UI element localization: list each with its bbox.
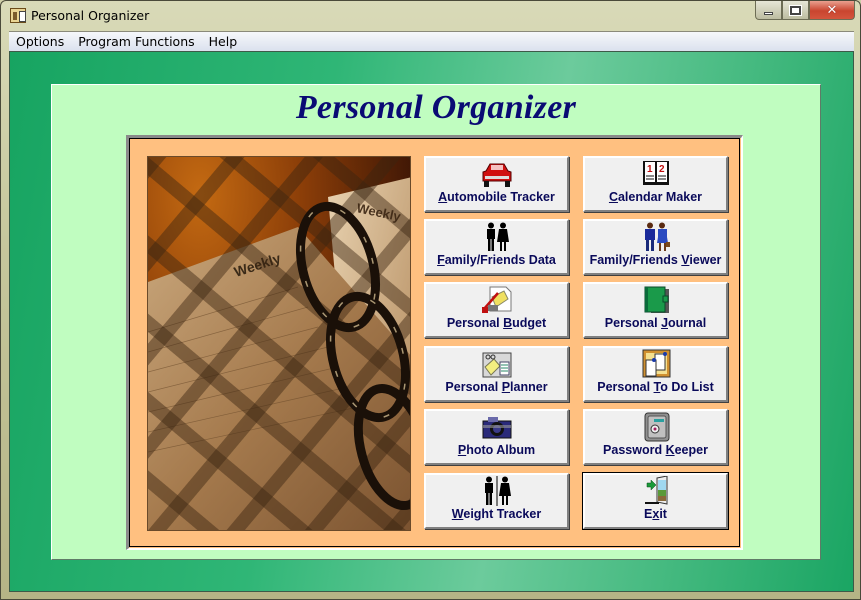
button-label: Personal Budget [446, 316, 547, 330]
button-label: Exit [644, 507, 667, 521]
restroom-people-icon [484, 476, 511, 506]
budget-icon [481, 286, 511, 313]
safe-icon [644, 412, 669, 442]
page-title: Personal Organizer [295, 89, 577, 126]
automobile-tracker-button[interactable]: Automobile Tracker [424, 156, 569, 212]
mnemonic-letter: F [437, 253, 445, 267]
personal-to-do-list-button[interactable]: Personal To Do List [583, 346, 728, 402]
button-label: Family/Friends Viewer [589, 253, 722, 267]
svg-text:2: 2 [659, 164, 665, 175]
business-people-icon [644, 222, 670, 251]
mnemonic-letter: V [681, 253, 690, 267]
menu-program-functions[interactable]: Program Functions [71, 33, 201, 51]
personal-budget-button[interactable]: Personal Budget [424, 282, 569, 338]
content-frame: Weekly Weekly [126, 135, 743, 550]
maximize-button[interactable] [782, 1, 809, 20]
menu-help[interactable]: Help [202, 33, 245, 51]
mnemonic-letter: T [653, 380, 661, 394]
family-friends-data-button[interactable]: Family/Friends Data [424, 219, 569, 275]
menu-bar: Options Program Functions Help [9, 31, 854, 51]
personal-planner-button[interactable]: Personal Planner [424, 346, 569, 402]
window-controls: ✕ [755, 1, 855, 21]
title-bar[interactable]: Personal Organizer ✕ [1, 1, 860, 31]
app-window: Personal Organizer ✕ Options Program Fun… [0, 0, 861, 600]
client-area: Personal Organizer Automobile Tracker Fa… [9, 51, 854, 592]
svg-text:1: 1 [647, 164, 653, 175]
password-keeper-button[interactable]: Password Keeper [583, 409, 728, 465]
button-label: Photo Album [457, 443, 536, 457]
main-panel: Personal Organizer Automobile Tracker Fa… [51, 84, 821, 560]
family-friends-viewer-button[interactable]: Family/Friends Viewer [583, 219, 728, 275]
people-icon [486, 222, 509, 251]
button-label: Weight Tracker [451, 507, 542, 521]
button-label: Password Keeper [603, 443, 708, 457]
exit-button[interactable]: Exit [582, 472, 729, 530]
close-icon: ✕ [826, 2, 838, 18]
mnemonic-letter: A [438, 190, 448, 204]
button-label: Family/Friends Data [437, 253, 556, 267]
photo-album-button[interactable]: Photo Album [424, 409, 569, 465]
journal-icon [644, 286, 669, 313]
mnemonic-letter: J [661, 316, 669, 330]
mnemonic-letter: W [451, 507, 464, 521]
camera-icon [482, 417, 511, 439]
calendar-icon: 1 2 [642, 161, 669, 185]
todo-list-icon [642, 349, 670, 378]
menu-options[interactable]: Options [9, 33, 71, 51]
app-icon[interactable] [10, 8, 26, 23]
mnemonic-letter: P [501, 380, 511, 394]
maximize-icon [789, 4, 802, 16]
window-title: Personal Organizer [31, 8, 150, 23]
mnemonic-letter: C [608, 190, 618, 204]
button-label: Personal To Do List [597, 380, 714, 394]
button-label: Calendar Maker [608, 190, 703, 204]
button-label: Automobile Tracker [438, 190, 555, 204]
calendar-maker-button[interactable]: 1 2 Calendar Maker [583, 156, 728, 212]
planner-icon [482, 352, 511, 378]
mnemonic-letter: P [457, 443, 467, 457]
personal-journal-button[interactable]: Personal Journal [583, 282, 728, 338]
minimize-button[interactable] [755, 1, 782, 20]
mnemonic-letter: B [503, 316, 513, 330]
exit-door-icon [644, 476, 667, 505]
mnemonic-letter: x [652, 507, 660, 521]
mnemonic-letter: K [665, 443, 675, 457]
close-button[interactable]: ✕ [809, 1, 855, 20]
minimize-icon [764, 11, 773, 15]
button-label: Personal Journal [604, 316, 707, 330]
organizer-photo-art: Weekly Weekly [148, 157, 410, 530]
car-icon [482, 163, 511, 187]
weight-tracker-button[interactable]: Weight Tracker [424, 473, 569, 529]
button-label: Personal Planner [445, 380, 548, 394]
organizer-photo: Weekly Weekly [147, 156, 411, 531]
